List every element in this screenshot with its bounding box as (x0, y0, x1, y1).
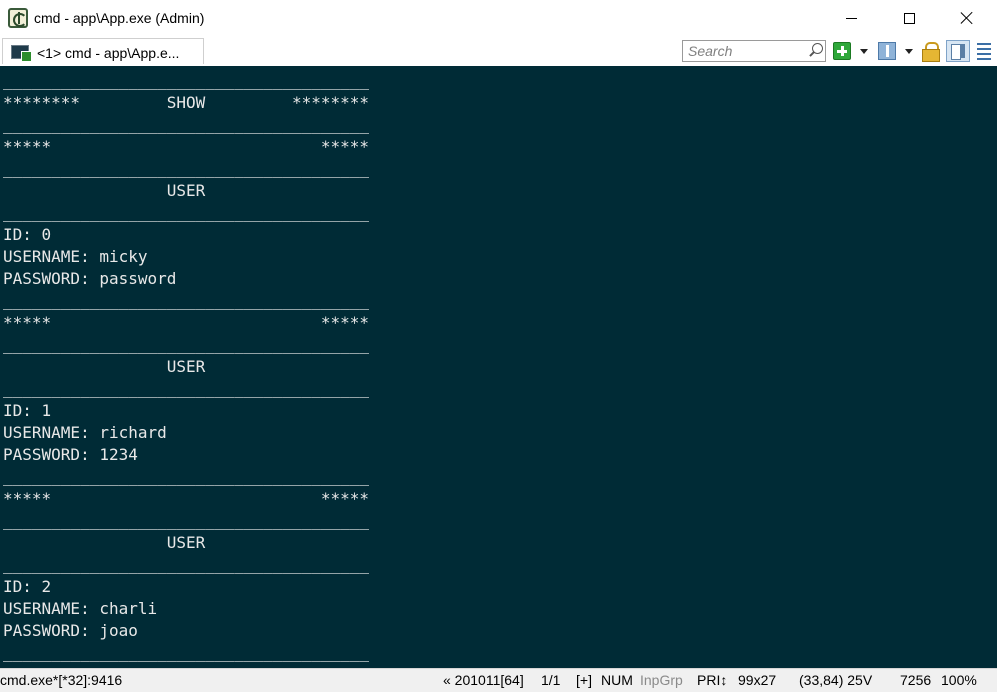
console-line: PASSWORD: joao (3, 621, 138, 640)
console-line: USERNAME: micky (3, 247, 148, 266)
lock-icon[interactable] (922, 42, 940, 62)
console-line: USER (3, 357, 206, 376)
maximize-icon (903, 12, 915, 24)
status-build[interactable]: « 201011[64] (443, 672, 524, 688)
console-line: ______________________________________ (3, 203, 370, 222)
console-line: PASSWORD: 1234 (3, 445, 138, 464)
console-area[interactable]: ______________________________________ **… (0, 66, 997, 668)
console-line: ______________________________________ (3, 643, 370, 662)
panel-dropdown-icon[interactable] (905, 49, 913, 54)
panel-icon[interactable] (878, 42, 896, 60)
status-page[interactable]: 1/1 (541, 672, 560, 688)
console-line: ______________________________________ (3, 291, 370, 310)
console-line: ______________________________________ (3, 555, 370, 574)
console-line: USERNAME: richard (3, 423, 167, 442)
tab-toolbar-row: <1> cmd - app\App.e... (0, 36, 997, 66)
status-process[interactable]: cmd.exe*[*32]:9416 (0, 672, 122, 688)
console-output: ______________________________________ **… (3, 70, 369, 664)
status-priority[interactable]: PRI↕ (697, 672, 727, 688)
status-mode[interactable]: [+] (576, 672, 592, 688)
split-view-icon[interactable] (946, 40, 970, 62)
console-line: ID: 2 (3, 577, 52, 596)
console-tab-icon (11, 45, 32, 62)
console-line: USERNAME: charli (3, 599, 158, 618)
console-line: ***** ***** (3, 137, 370, 156)
console-line: ______________________________________ (3, 379, 370, 398)
close-button[interactable] (938, 0, 996, 36)
console-line: ID: 1 (3, 401, 52, 420)
search-input[interactable] (683, 41, 805, 61)
console-line: ID: 0 (3, 225, 52, 244)
console-tab-label: <1> cmd - app\App.e... (37, 45, 180, 61)
window-title: cmd - app\App.exe (Admin) (34, 10, 205, 26)
search-box[interactable] (682, 40, 826, 62)
status-bar: cmd.exe*[*32]:9416 « 201011[64] 1/1 [+] … (0, 668, 997, 692)
console-line: ***** ***** (3, 489, 370, 508)
console-line: USER (3, 533, 206, 552)
console-line: ______________________________________ (3, 115, 370, 134)
maximize-button[interactable] (880, 0, 938, 36)
console-line: ______________________________________ (3, 71, 370, 90)
console-line: ******** SHOW ******** (3, 93, 370, 112)
new-console-icon[interactable] (833, 42, 851, 60)
console-line: USER (3, 181, 206, 200)
status-count[interactable]: 7256 (900, 672, 931, 688)
console-line: ______________________________________ (3, 511, 370, 530)
console-line: ***** ***** (3, 313, 370, 332)
console-line: ______________________________________ (3, 467, 370, 486)
minimize-button[interactable] (822, 0, 880, 36)
status-cursor[interactable]: (33,84) 25V (799, 672, 872, 688)
status-num[interactable]: NUM (601, 672, 633, 688)
conemu-app-icon[interactable] (8, 8, 28, 28)
title-bar: cmd - app\App.exe (Admin) (0, 0, 997, 36)
status-console-size[interactable]: 99x27 (738, 672, 776, 688)
console-tab[interactable]: <1> cmd - app\App.e... (2, 38, 204, 64)
status-zoom[interactable]: 100% (941, 672, 977, 688)
search-icon[interactable] (808, 43, 824, 59)
menu-icon[interactable] (977, 42, 991, 60)
console-line: ______________________________________ (3, 159, 370, 178)
new-console-dropdown-icon[interactable] (860, 49, 868, 54)
status-inpgrp[interactable]: InpGrp (640, 672, 683, 688)
minimize-icon (845, 17, 857, 19)
console-line: PASSWORD: password (3, 269, 177, 288)
close-icon (960, 11, 974, 25)
console-line: ______________________________________ (3, 335, 370, 354)
